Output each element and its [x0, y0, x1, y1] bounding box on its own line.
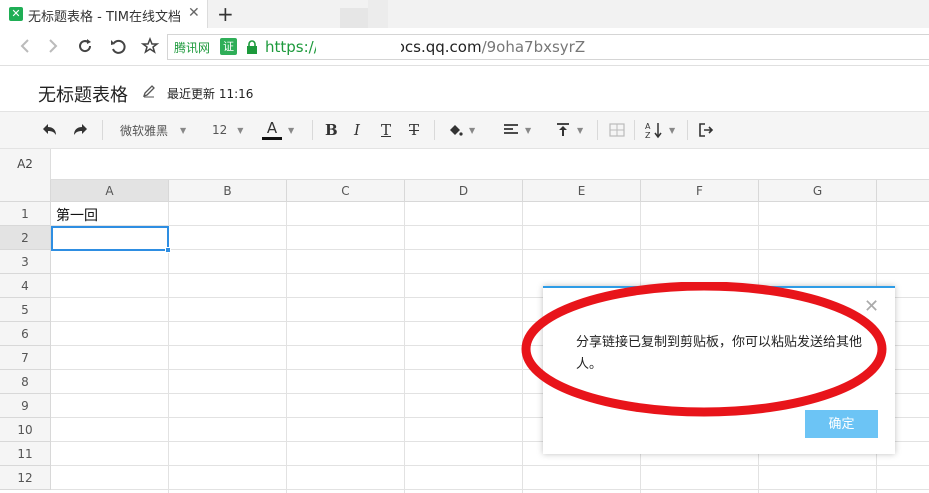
formula-input[interactable] [52, 149, 929, 180]
row-header[interactable]: 3 [0, 250, 51, 274]
vertical-align-button[interactable]: ▼ [555, 119, 583, 141]
font-family-select[interactable]: 微软雅黑 ▼ [120, 119, 186, 141]
align-top-icon [557, 123, 569, 136]
grid-line [286, 202, 287, 493]
tab-close-icon[interactable]: ✕ [188, 5, 200, 21]
grid-line [51, 249, 929, 250]
document-header: 无标题表格 最近更新 11:16 [0, 66, 929, 111]
grid-line [51, 489, 929, 490]
row-header[interactable]: 9 [0, 394, 51, 418]
reload-icon[interactable] [75, 36, 95, 56]
chevron-down-icon: ▼ [525, 125, 532, 135]
grid-line [51, 225, 929, 226]
svg-text:A: A [645, 122, 651, 131]
cell-reference-box[interactable]: A2 [0, 149, 51, 180]
last-update-label: 最近更新 11:16 [167, 87, 254, 101]
row-header[interactable]: 6 [0, 322, 51, 346]
undo-icon[interactable] [40, 119, 58, 141]
column-header[interactable]: B [169, 180, 287, 202]
address-bar-row: 腾讯网 证 https://475.docs.qq.com/9oha7bxsyr… [0, 28, 929, 66]
sort-button[interactable]: A Z ▼ [645, 119, 675, 141]
bookmark-star-icon[interactable] [140, 36, 160, 56]
grid-line [51, 465, 929, 466]
url-redaction [316, 35, 401, 59]
cell-a1[interactable]: 第一回 [56, 205, 98, 225]
url-scheme: https:// [265, 38, 319, 56]
forward-icon[interactable] [42, 36, 62, 56]
text-color-button[interactable]: A ▼ [262, 119, 294, 141]
paint-bucket-icon [450, 125, 463, 136]
tab-title: 无标题表格 - TIM在线文档 [28, 10, 181, 25]
export-icon[interactable] [698, 119, 714, 141]
lock-icon [247, 40, 257, 54]
sort-az-icon: A Z [645, 122, 662, 139]
undo-close-icon[interactable] [108, 36, 128, 56]
new-tab-button[interactable]: + [217, 2, 234, 26]
merge-cells-icon[interactable] [609, 119, 625, 141]
align-button[interactable]: ▼ [503, 119, 531, 141]
row-header[interactable]: 11 [0, 442, 51, 466]
svg-text:Z: Z [645, 131, 651, 139]
redo-icon[interactable] [72, 119, 90, 141]
back-icon[interactable] [16, 36, 36, 56]
row-header[interactable]: 5 [0, 298, 51, 322]
align-left-icon [504, 124, 518, 134]
chevron-down-icon: ▼ [288, 125, 295, 135]
column-header[interactable]: D [405, 180, 523, 202]
font-size-value: 12 [212, 123, 228, 137]
column-header[interactable]: G [759, 180, 877, 202]
column-header[interactable]: F [641, 180, 759, 202]
formula-bar: A2 [0, 149, 929, 180]
fill-handle[interactable] [165, 247, 171, 253]
chevron-down-icon: ▼ [469, 125, 476, 135]
toolbar-separator [102, 120, 103, 140]
formatting-toolbar: 微软雅黑 ▼ 12 ▼ A ▼ B I T T ▼ ▼ ▼ A Z ▼ [0, 111, 929, 149]
font-size-select[interactable]: 12 ▼ [212, 119, 243, 141]
font-family-value: 微软雅黑 [120, 123, 169, 138]
fill-color-button[interactable]: ▼ [447, 119, 475, 141]
annotation-ellipse [521, 282, 887, 417]
italic-button[interactable]: I [354, 119, 360, 141]
row-header[interactable]: 8 [0, 370, 51, 394]
column-header[interactable]: C [287, 180, 405, 202]
url-text: https://475.docs.qq.com/9oha7bxsyrZ [265, 38, 585, 56]
text-color-icon: A [262, 120, 282, 140]
cert-badge-icon: 证 [220, 38, 237, 55]
document-title[interactable]: 无标题表格 [38, 81, 128, 107]
row-header[interactable]: 7 [0, 346, 51, 370]
row-header[interactable]: 4 [0, 274, 51, 298]
column-header[interactable]: E [523, 180, 641, 202]
strikethrough-button[interactable]: T [409, 119, 419, 141]
pencil-icon[interactable] [142, 84, 156, 98]
toolbar-separator [687, 120, 688, 140]
url-path: /9oha7bxsyrZ [481, 38, 586, 56]
column-header[interactable]: A [51, 180, 169, 202]
row-header[interactable]: 10 [0, 418, 51, 442]
toolbar-separator [434, 120, 435, 140]
selected-cell-a2[interactable] [51, 226, 169, 251]
corner-header[interactable] [0, 180, 51, 202]
browser-tab[interactable]: ✕ 无标题表格 - TIM在线文档 ✕ [0, 0, 208, 28]
chevron-down-icon: ▼ [237, 125, 244, 135]
toolbar-separator [597, 120, 598, 140]
row-header[interactable]: 2 [0, 226, 51, 250]
text-color-letter: A [266, 119, 278, 137]
chevron-down-icon: ▼ [669, 125, 676, 135]
sheet-favicon-icon: ✕ [9, 7, 23, 21]
underline-button[interactable]: T [381, 119, 391, 141]
grid-line [51, 273, 929, 274]
row-header[interactable]: 12 [0, 466, 51, 490]
chevron-down-icon: ▼ [577, 125, 584, 135]
chevron-down-icon: ▼ [180, 125, 187, 135]
site-badge: 腾讯网 [174, 41, 211, 55]
column-header[interactable] [877, 180, 929, 202]
toolbar-separator [634, 120, 635, 140]
bold-button[interactable]: B [325, 119, 338, 141]
grid-line [404, 202, 405, 493]
row-header[interactable]: 1 [0, 202, 51, 226]
toolbar-separator [312, 120, 313, 140]
tab-strip: ✕ 无标题表格 - TIM在线文档 ✕ + [0, 0, 929, 42]
address-input[interactable]: 腾讯网 证 https://475.docs.qq.com/9oha7bxsyr… [167, 34, 929, 60]
